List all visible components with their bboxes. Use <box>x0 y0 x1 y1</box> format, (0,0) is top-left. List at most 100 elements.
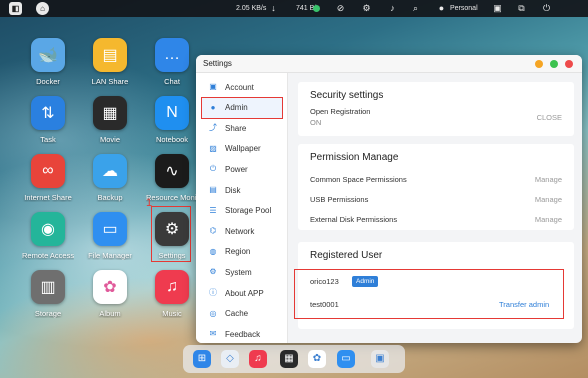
sidebar-item-power[interactable]: ⏻ Power <box>202 159 282 179</box>
sidebar-item-network[interactable]: ⌬ Network <box>202 221 282 241</box>
desktop-app-label: Album <box>99 309 121 318</box>
sidebar-item-storage-pool[interactable]: ☰ Storage Pool <box>202 201 282 221</box>
close-registration-button[interactable]: CLOSE <box>537 113 562 122</box>
sidebar-item-region[interactable]: ◍ Region <box>202 242 282 262</box>
dock-clapperboard-icon[interactable]: ▦ <box>280 350 298 368</box>
sidebar-item-admin[interactable]: ● Admin <box>201 96 283 119</box>
remote-access-icon: ◉ <box>31 212 65 246</box>
desktop-app-task[interactable]: ⇅ Task <box>22 96 74 144</box>
manage-common-space-button[interactable]: Manage <box>535 175 562 184</box>
feedback-icon: ✉ <box>209 329 217 339</box>
sidebar-item-feedback[interactable]: ✉ Feedback <box>202 324 282 343</box>
dock-app-store-icon[interactable]: ◇ <box>221 350 239 368</box>
sidebar-item-share[interactable]: ⤴ Share <box>202 118 282 138</box>
home-icon[interactable]: ⌂ <box>36 2 49 15</box>
annotation-number-1: 1 <box>146 197 153 209</box>
sidebar-item-label: Cache <box>225 309 249 319</box>
share-icon: ⤴ <box>209 123 217 133</box>
desktop-app-label: Movie <box>99 135 120 144</box>
sidebar-item-about-app[interactable]: ⓘ About APP <box>202 283 282 303</box>
manage-external-disk-button[interactable]: Manage <box>535 215 562 224</box>
desktop-app-chat[interactable]: … Chat <box>146 38 198 86</box>
desktop-app-resource-monitor[interactable]: ∿ Resource Monitor <box>146 154 198 202</box>
sidebar-item-cache[interactable]: ◎ Cache <box>202 304 282 324</box>
sidebar-item-label: Share <box>225 123 247 133</box>
dock-photos-flower-icon[interactable]: ✿ <box>308 350 326 368</box>
transfer-admin-link[interactable]: Transfer admin <box>499 300 549 309</box>
permission-manage-card: Permission Manage Common Space Permissio… <box>298 144 574 230</box>
window-switch-icon[interactable]: ⧉ <box>516 3 527 14</box>
desktop-app-music[interactable]: ♫ Music <box>146 270 198 318</box>
fullscreen-icon[interactable]: ▣ <box>492 3 503 14</box>
desktop-app-notebook[interactable]: N Notebook <box>146 96 198 144</box>
dock-music-note-icon[interactable]: ♫ <box>249 350 267 368</box>
pulse-monitor-icon: ∿ <box>155 154 189 188</box>
desktop-app-internet-share[interactable]: ∞ Internet Share <box>22 154 74 202</box>
account-card-icon: ▣ <box>209 82 217 91</box>
desktop-app-label: Docker <box>36 77 60 86</box>
top-status-bar: ◧ ⌂ 2.05 KB/s ↓ 741 B/s ⊘ ⚙ ♪ ⌕ ● Person… <box>0 0 588 17</box>
notification-bell-icon[interactable]: ♪ <box>387 3 398 14</box>
search-icon[interactable]: ⌕ <box>410 3 421 14</box>
system-logo-icon[interactable]: ◧ <box>9 2 22 15</box>
sidebar-item-disk[interactable]: ▤ Disk <box>202 180 282 200</box>
power-icon: ⏻ <box>209 164 217 174</box>
music-note-icon: ♫ <box>155 270 189 304</box>
storage-pool-icon: ☰ <box>209 205 217 215</box>
sidebar-item-label: Feedback <box>225 329 261 339</box>
sidebar-item-label: About APP <box>225 288 264 298</box>
close-button[interactable] <box>565 60 573 68</box>
dock-settings-window-thumbnail-icon[interactable]: ▣ <box>371 350 389 368</box>
permission-row-label: Common Space Permissions <box>310 175 407 184</box>
power-icon[interactable]: ⏻ <box>541 3 552 14</box>
desktop-app-storage[interactable]: ▥ Storage <box>22 270 74 318</box>
image-icon: ▨ <box>209 143 217 153</box>
desktop-app-label: Backup <box>97 193 123 202</box>
sidebar-item-label: Disk <box>225 185 241 195</box>
permission-row-label: USB Permissions <box>310 195 369 204</box>
settings-content: Security settings Open Registration ON C… <box>288 73 582 343</box>
globe-icon: ◍ <box>209 246 217 256</box>
desktop-app-album[interactable]: ✿ Album <box>84 270 136 318</box>
dock-folder-icon[interactable]: ▭ <box>337 350 355 368</box>
sidebar-item-label: Power <box>225 164 248 174</box>
download-arrow-icon: ↓ <box>271 3 276 13</box>
docker-whale-icon: 🐋 <box>31 38 65 72</box>
download-speed: 2.05 KB/s <box>236 5 267 12</box>
network-icon: ⌬ <box>209 226 217 236</box>
user-name: test0001 <box>310 300 339 309</box>
dock: ⊞ ◇ ♫ ▦ ✿ ▭ ▣ <box>183 345 405 373</box>
disk-icon: ▤ <box>209 185 217 194</box>
sidebar-item-label: Account <box>225 82 254 92</box>
user-name: orico123 <box>310 277 339 286</box>
desktop-app-file-manager[interactable]: ▭ File Manager <box>84 212 136 260</box>
desktop-app-backup[interactable]: ☁ Backup <box>84 154 136 202</box>
settings-sidebar: ▣ Account ● Admin ⤴ Share ▨ Wallpaper ⏻ Power ▤ Dis… <box>196 73 288 343</box>
network-status-icon <box>313 5 320 12</box>
hard-disk-icon: ▥ <box>31 270 65 304</box>
photos-flower-icon: ✿ <box>93 270 127 304</box>
system-icon: ⚙ <box>209 267 217 277</box>
dock-launcher-grid-icon[interactable]: ⊞ <box>193 350 211 368</box>
sidebar-item-account[interactable]: ▣ Account <box>202 77 282 97</box>
sidebar-item-system[interactable]: ⚙ System <box>202 262 282 282</box>
desktop-app-lan-share[interactable]: ▤ LAN Share <box>84 38 136 86</box>
desktop-app-label: Resource Monitor <box>146 193 198 202</box>
no-disturb-icon[interactable]: ⊘ <box>335 3 346 14</box>
desktop-app-movie[interactable]: ▦ Movie <box>84 96 136 144</box>
user-name[interactable]: Personal <box>450 3 478 14</box>
manage-usb-button[interactable]: Manage <box>535 195 562 204</box>
window-title: Settings <box>203 59 232 68</box>
admin-badge: Admin <box>352 276 379 287</box>
settings-gear-icon[interactable]: ⚙ <box>361 3 372 14</box>
folder-share-icon: ▤ <box>93 38 127 72</box>
window-titlebar[interactable]: Settings <box>196 55 582 73</box>
clapperboard-icon: ▦ <box>93 96 127 130</box>
minimize-button[interactable] <box>535 60 543 68</box>
sidebar-item-label: Admin <box>225 103 248 113</box>
maximize-button[interactable] <box>550 60 558 68</box>
desktop-app-remote-access[interactable]: ◉ Remote Access <box>22 212 74 260</box>
sidebar-item-wallpaper[interactable]: ▨ Wallpaper <box>202 139 282 159</box>
user-avatar-icon[interactable]: ● <box>436 3 447 14</box>
desktop-app-docker[interactable]: 🐋 Docker <box>22 38 74 86</box>
